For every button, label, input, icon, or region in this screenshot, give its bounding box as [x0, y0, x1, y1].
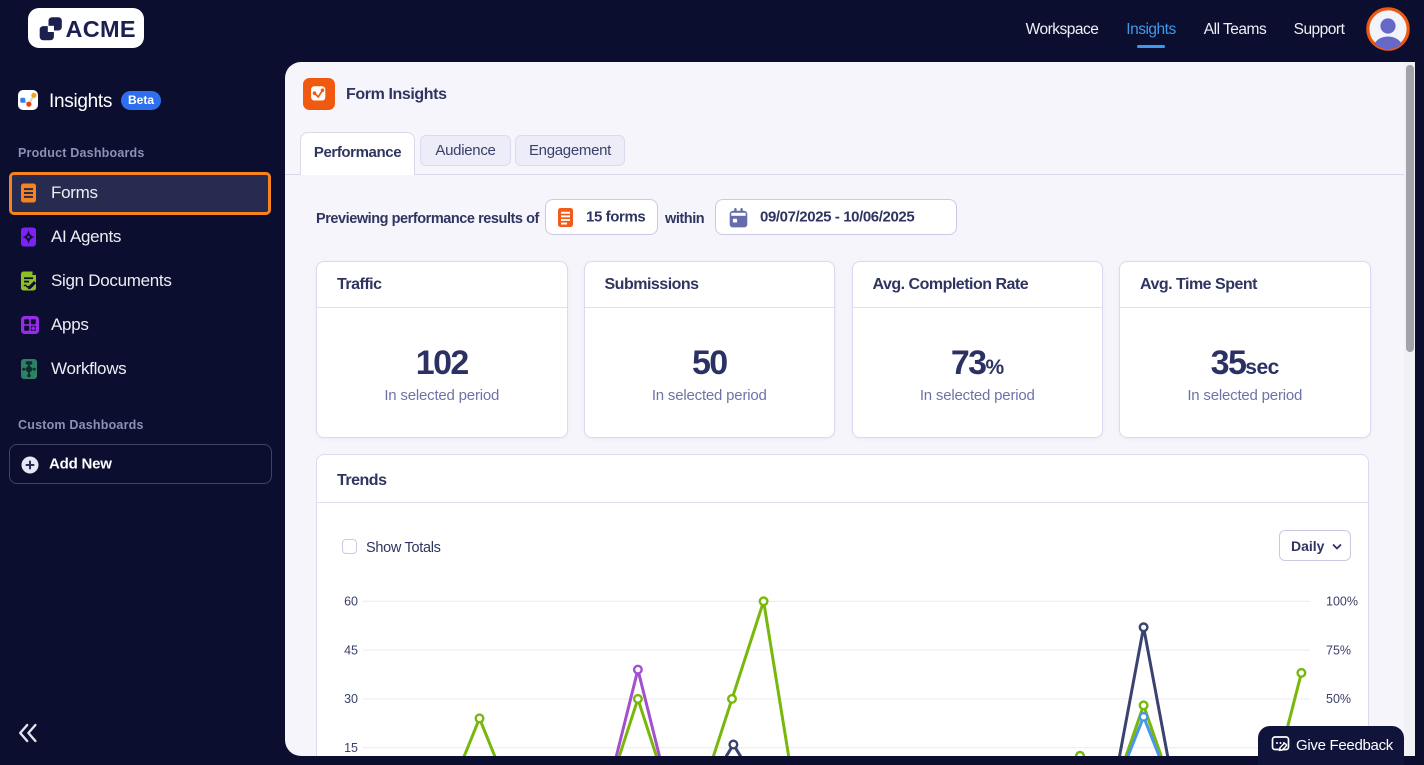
svg-text:75%: 75%: [1326, 643, 1351, 657]
svg-text:15: 15: [344, 741, 358, 755]
svg-text:50%: 50%: [1326, 692, 1351, 706]
svg-text:60: 60: [344, 595, 358, 609]
svg-text:100%: 100%: [1326, 595, 1358, 609]
svg-text:45: 45: [344, 643, 358, 657]
svg-text:30: 30: [344, 692, 358, 706]
svg-text:ACME: ACME: [66, 16, 136, 42]
